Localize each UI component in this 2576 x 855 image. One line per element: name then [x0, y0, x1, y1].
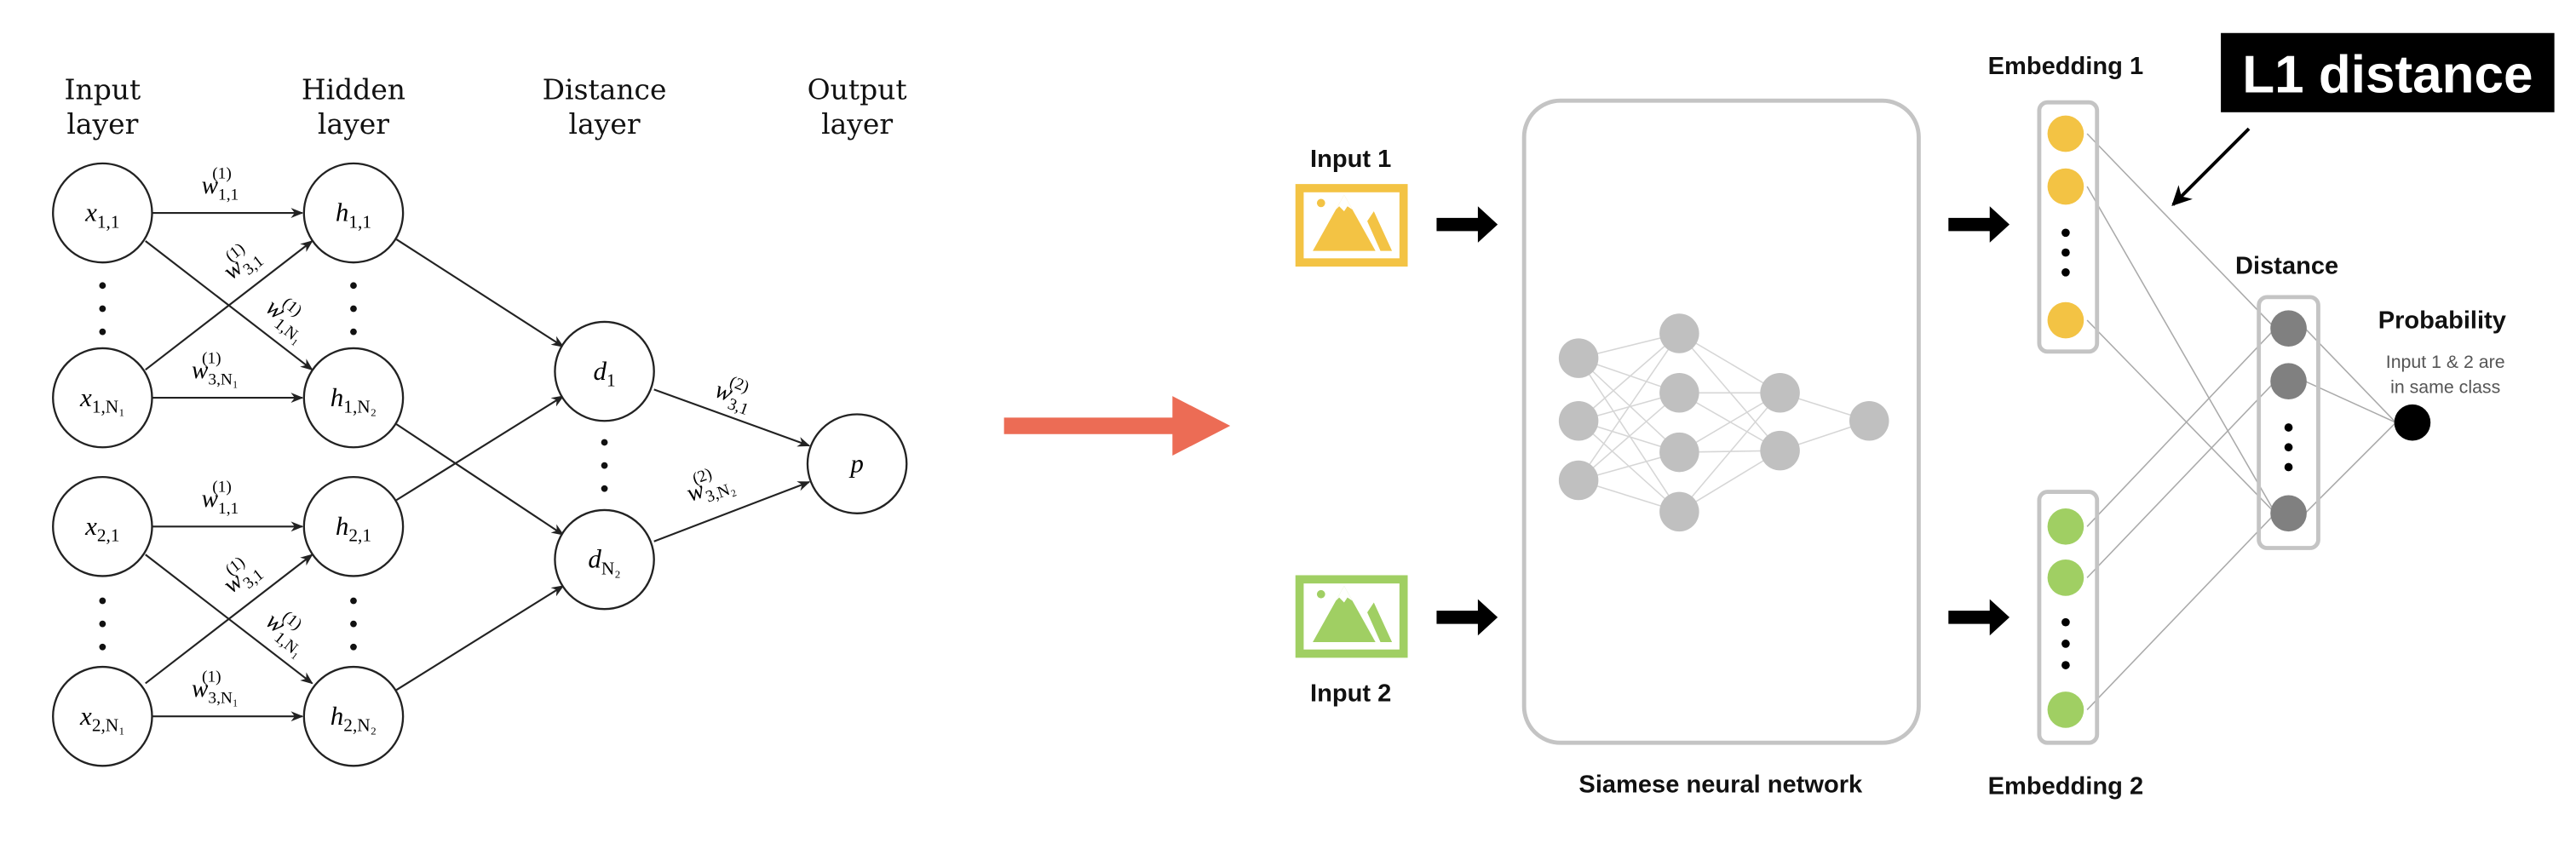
weight-w2-3n: w3,N₂(2)	[681, 459, 738, 512]
layer-headers: Input layer Hidden layer Distance layer …	[64, 72, 906, 141]
node-h2n: h2,N₂	[302, 665, 405, 767]
node-dn: dN₂	[554, 508, 655, 611]
image-icon-input1	[1295, 184, 1408, 267]
ellipsis-distance	[601, 439, 608, 492]
header-distance-line1: Distance	[543, 72, 667, 106]
probability-label: Probability	[2378, 307, 2506, 335]
edge-h21-d1	[395, 395, 565, 502]
edge-h11-d1	[395, 238, 565, 347]
weight-w3n-bottom: w3,N₁(1)	[192, 668, 239, 707]
weight-w1n-bottom: w1,N₁(1)	[257, 601, 319, 661]
embedding2-label: Embedding 2	[1988, 772, 2143, 800]
probability-desc-line1: Input 1 & 2 are	[2386, 352, 2505, 372]
output-layer-node: p	[806, 413, 908, 514]
weight-w3n-top: w3,N₁(1)	[192, 349, 239, 388]
left-edges	[145, 208, 811, 722]
weight-labels: w1,1(1) w3,1(1) w1,N₁(1) w3,N₁(1) w1,1(1…	[192, 164, 751, 707]
weight-w1n-top: w1,N₁(1)	[257, 288, 319, 347]
ellipsis-hidden-2	[350, 597, 357, 651]
header-hidden-line1: Hidden	[302, 72, 405, 106]
distance-connections	[2086, 133, 2397, 710]
node-h11: h1,1	[302, 162, 405, 264]
ellipsis-embedding1	[2061, 228, 2070, 277]
ellipsis-input-2	[99, 597, 106, 651]
edge-h1n-dn	[395, 423, 565, 536]
node-x21: x2,1	[52, 475, 153, 577]
hidden-layer-nodes: h1,1 h1,N₂ h2,1 h2,N₂	[302, 162, 405, 767]
input2-label: Input 2	[1310, 680, 1391, 708]
probability-output-node	[2394, 404, 2431, 441]
siamese-diagram: Input 1 Input 2 Siamese neural network E…	[1295, 32, 2555, 800]
l1-distance-callout-label: L1 distance	[2242, 46, 2533, 105]
node-h21: h2,1	[302, 475, 405, 577]
arrow-input2-to-network	[1436, 599, 1498, 636]
header-distance-line2: layer	[569, 107, 641, 141]
arrow-network-to-embedding1	[1948, 206, 2010, 243]
node-x11: x1,1	[52, 162, 153, 264]
ellipsis-hidden-1	[350, 282, 357, 336]
node-h1n: h1,N₂	[302, 347, 405, 449]
weight-w11-bottom: w1,1(1)	[202, 479, 239, 518]
left-network: Input layer Hidden layer Distance layer …	[52, 72, 908, 767]
distance-layer-nodes: d1 dN₂	[554, 320, 655, 611]
l1-distance-callout-arrow	[2171, 127, 2251, 206]
probability-desc-line2: in same class	[2390, 376, 2500, 397]
header-hidden-line2: layer	[318, 107, 389, 141]
node-p-label: p	[848, 448, 863, 478]
node-x2n: x2,N₁	[52, 665, 153, 767]
arrow-input1-to-network	[1436, 206, 1498, 243]
header-input-line2: layer	[66, 107, 138, 141]
header-input-line1: Input	[64, 72, 141, 106]
transition-arrow	[1003, 396, 1231, 456]
arrow-network-to-embedding2	[1948, 599, 2010, 636]
weight-w11-top: w1,1(1)	[202, 164, 239, 204]
ellipsis-input-1	[99, 282, 106, 336]
distance-label: Distance	[2235, 253, 2338, 280]
svg-text:w1,N₁(1): w1,N₁(1)	[257, 288, 319, 347]
embedding1-label: Embedding 1	[1988, 53, 2143, 80]
ellipsis-embedding2	[2061, 617, 2070, 669]
input1-label: Input 1	[1310, 146, 1391, 173]
node-d1: d1	[554, 320, 655, 422]
svg-text:w1,N₁(1): w1,N₁(1)	[257, 601, 319, 661]
input-layer-nodes: x1,1 x1,N₁ x2,1 x2,N₁	[52, 162, 153, 767]
header-output-line2: layer	[821, 107, 893, 141]
siamese-network-label: Siamese neural network	[1578, 771, 1863, 798]
diagram-canvas: Input layer Hidden layer Distance layer …	[52, 32, 2555, 800]
header-output-line1: Output	[808, 72, 907, 106]
svg-text:w3,N₂(2): w3,N₂(2)	[681, 459, 738, 512]
node-x1n: x1,N₁	[52, 347, 153, 449]
edge-h2n-dn	[395, 585, 565, 691]
embedding1-nodes	[2047, 115, 2084, 339]
image-icon-input2	[1295, 575, 1408, 658]
